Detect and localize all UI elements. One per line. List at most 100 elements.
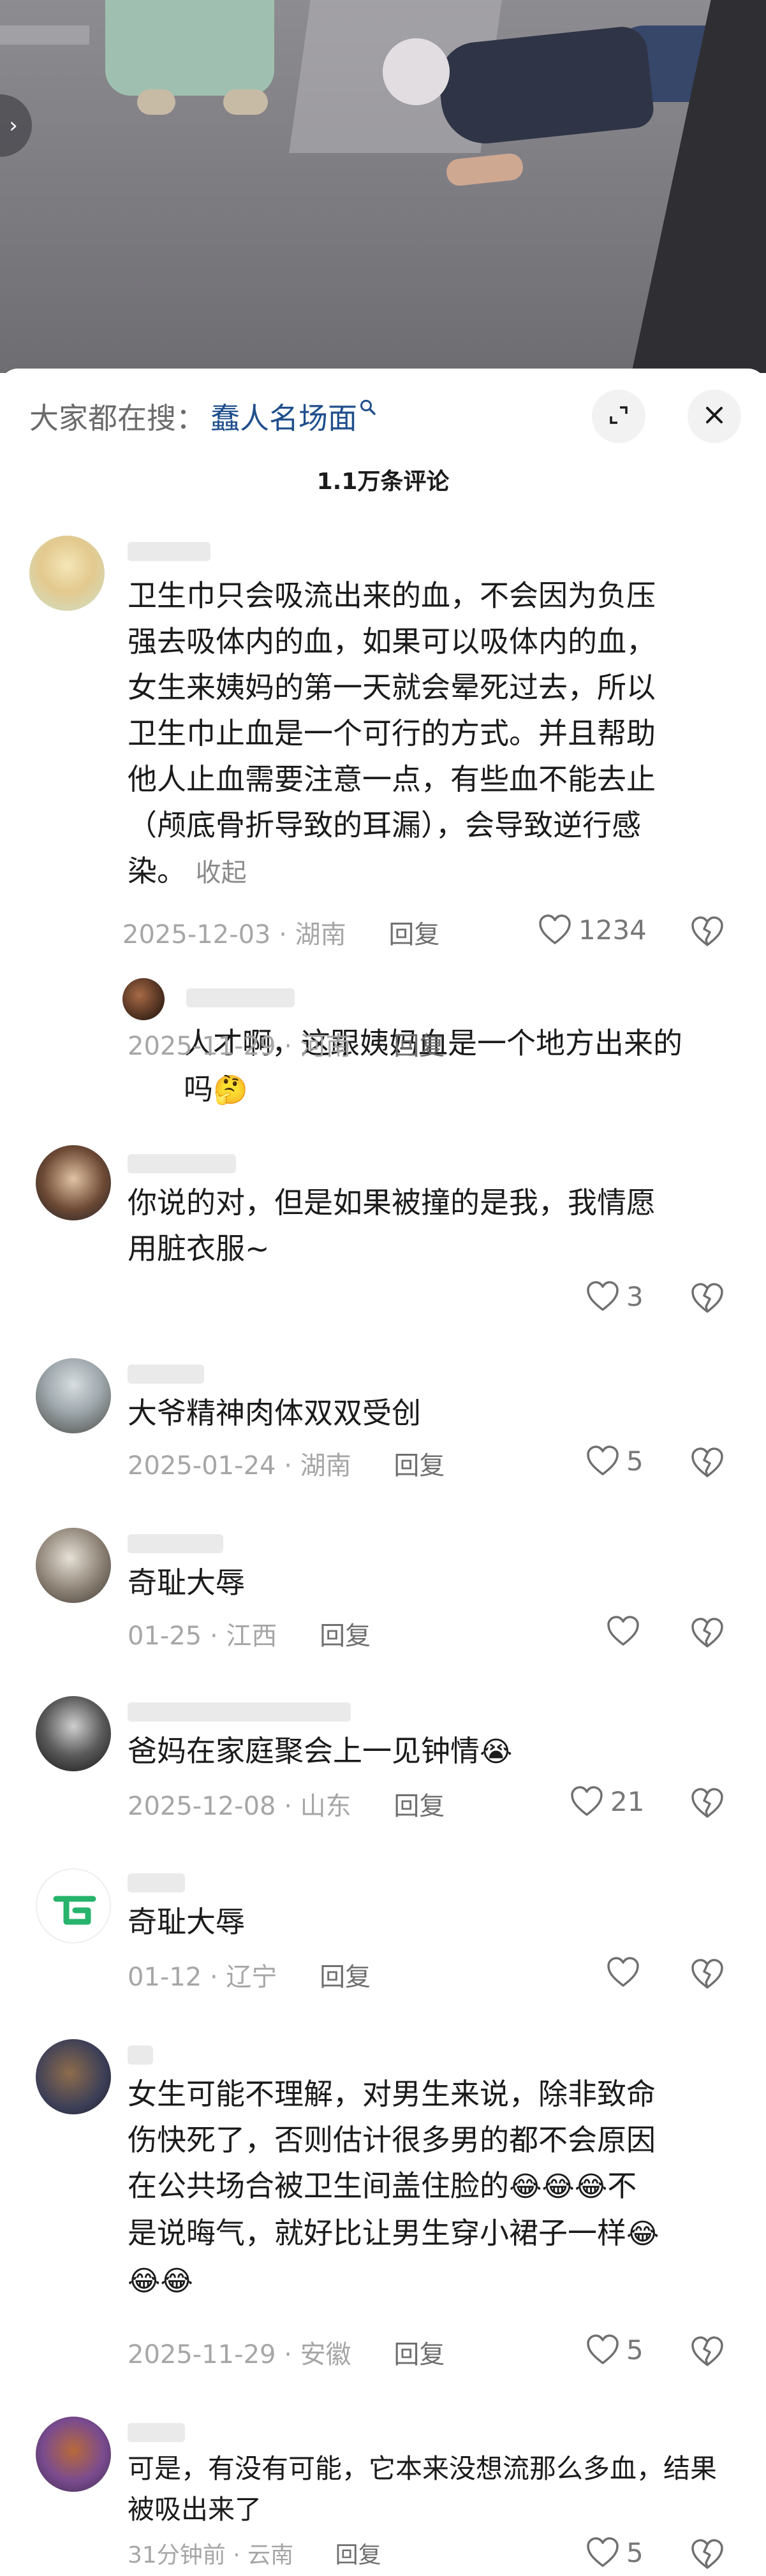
- username-blurred[interactable]: [128, 1873, 185, 1892]
- username-blurred[interactable]: [128, 1365, 204, 1384]
- reply-button[interactable]: 回复: [394, 1451, 445, 1481]
- username-blurred[interactable]: [186, 988, 295, 1007]
- video-shoe: [137, 89, 175, 115]
- close-button[interactable]: [688, 390, 741, 443]
- avatar[interactable]: [36, 2417, 111, 2492]
- collapse-link[interactable]: 收起: [196, 858, 247, 888]
- comment-text: 奇耻大辱: [128, 1560, 245, 1606]
- reply-button[interactable]: 回复: [320, 1963, 371, 1992]
- comment-line: 奇耻大辱: [128, 1905, 245, 1939]
- like-count: 1234: [578, 914, 647, 946]
- comment-meta: 2025-11-29 · 河南 回复: [128, 1025, 445, 1062]
- comment-meta: 2025-01-24 · 湖南 回复: [128, 1445, 445, 1482]
- reply-button[interactable]: 回复: [320, 1621, 371, 1651]
- comment-date: 01-12: [128, 1963, 202, 1992]
- broken-heart-icon: [690, 1283, 725, 1317]
- dislike-button[interactable]: [690, 1958, 725, 1993]
- like-button[interactable]: 5: [586, 2334, 644, 2366]
- chevron-right-icon: ›: [9, 113, 18, 138]
- dislike-button[interactable]: [690, 1617, 725, 1651]
- separator: ·: [233, 2542, 240, 2568]
- video-person-hand: [445, 152, 524, 187]
- separator: ·: [284, 2340, 292, 2369]
- dislike-button[interactable]: [690, 1787, 725, 1822]
- comment-location: 辽宁: [226, 1963, 277, 1992]
- broken-heart-icon: [690, 1788, 725, 1822]
- heart-icon: [606, 1956, 640, 1988]
- like-count: 5: [626, 2536, 644, 2568]
- like-button[interactable]: 3: [586, 1280, 644, 1312]
- side-expand-button[interactable]: ›: [0, 94, 32, 157]
- search-term-link[interactable]: 蠢人名场面: [210, 395, 357, 437]
- reply-button[interactable]: 回复: [388, 920, 439, 949]
- username-blurred[interactable]: [128, 2423, 185, 2442]
- comment-date: 2025-11-29: [128, 1032, 276, 1061]
- reply-button[interactable]: 回复: [394, 1032, 445, 1061]
- broken-heart-icon: [690, 1447, 725, 1481]
- trending-search[interactable]: 大家都在搜： 蠢人名场面: [29, 394, 376, 439]
- avatar[interactable]: [122, 978, 165, 1020]
- laughing-emoji: 😂: [509, 2170, 542, 2203]
- username-blurred[interactable]: [128, 542, 210, 561]
- like-button[interactable]: 5: [586, 1445, 644, 1477]
- like-button[interactable]: 21: [570, 1785, 644, 1817]
- comment-line: 你说的对，但是如果被撞的是我，我情愿: [128, 1185, 656, 1220]
- comment-count: 1.1万条评论: [316, 469, 450, 495]
- avatar[interactable]: [36, 1868, 111, 1943]
- search-icon: [360, 396, 376, 421]
- comment-location: 河南: [300, 1032, 351, 1061]
- expand-button[interactable]: [592, 390, 645, 443]
- username-blurred[interactable]: [128, 2045, 153, 2065]
- separator: ·: [279, 920, 287, 949]
- comment-line: 卫生巾止血是一个可行的方式。并且帮助: [128, 716, 656, 750]
- video-person-lying: [435, 24, 656, 148]
- like-count: 21: [610, 1785, 645, 1817]
- comment-line: 被吸出来了: [128, 2494, 262, 2525]
- avatar[interactable]: [36, 2039, 111, 2114]
- dislike-button[interactable]: [690, 1282, 725, 1317]
- dislike-button[interactable]: [690, 1447, 725, 1481]
- close-icon: [703, 401, 725, 432]
- video-player[interactable]: ›: [0, 0, 766, 373]
- comment-meta: 2025-12-08 · 山东 回复: [128, 1785, 445, 1822]
- dislike-button[interactable]: [690, 2336, 725, 2370]
- avatar[interactable]: [36, 1696, 111, 1771]
- heart-icon: [586, 2334, 620, 2366]
- reply-button[interactable]: 回复: [335, 2542, 381, 2568]
- separator: ·: [284, 1032, 292, 1061]
- avatar[interactable]: [29, 536, 105, 611]
- broken-heart-icon: [690, 2336, 725, 2370]
- avatar[interactable]: [36, 1528, 111, 1603]
- comment-location: 湖南: [295, 920, 346, 949]
- broken-heart-icon: [690, 916, 725, 950]
- laughing-emoji: 😂: [574, 2170, 608, 2203]
- dislike-button[interactable]: [690, 916, 725, 950]
- comment-line: 在公共场合被卫生间盖住脸的: [128, 2169, 509, 2203]
- crying-emoji: 😭: [480, 1736, 513, 1768]
- like-count: 5: [626, 1445, 644, 1477]
- like-button[interactable]: 1234: [538, 914, 647, 946]
- username-blurred[interactable]: [128, 1702, 351, 1722]
- reply-button[interactable]: 回复: [394, 1792, 445, 1821]
- comment-line: 大爷精神肉体双双受创: [128, 1396, 421, 1430]
- avatar[interactable]: [36, 1358, 111, 1433]
- comment-date: 01-25: [128, 1621, 202, 1651]
- heart-icon: [606, 1615, 640, 1647]
- separator: ·: [209, 1963, 218, 1992]
- username-blurred[interactable]: [128, 1534, 223, 1553]
- heart-icon: [538, 914, 572, 946]
- dislike-button[interactable]: [690, 2538, 725, 2573]
- reply-button[interactable]: 回复: [394, 2340, 445, 2369]
- comment-meta: 01-12 · 辽宁 回复: [128, 1956, 371, 1993]
- comment-line: 女生来姨妈的第一天就会晕死过去，所以: [128, 670, 656, 705]
- like-button[interactable]: [606, 1615, 640, 1647]
- heart-icon: [586, 1445, 620, 1477]
- like-button[interactable]: [606, 1956, 640, 1988]
- like-button[interactable]: 5: [586, 2536, 644, 2568]
- comment-text: 奇耻大辱: [128, 1899, 245, 1945]
- comment-line: （颅底骨折导致的耳漏），会导致逆行感: [128, 808, 641, 842]
- comment-location: 安徽: [300, 2340, 351, 2369]
- heart-icon: [586, 1280, 620, 1312]
- avatar[interactable]: [36, 1145, 111, 1220]
- username-blurred[interactable]: [128, 1154, 236, 1173]
